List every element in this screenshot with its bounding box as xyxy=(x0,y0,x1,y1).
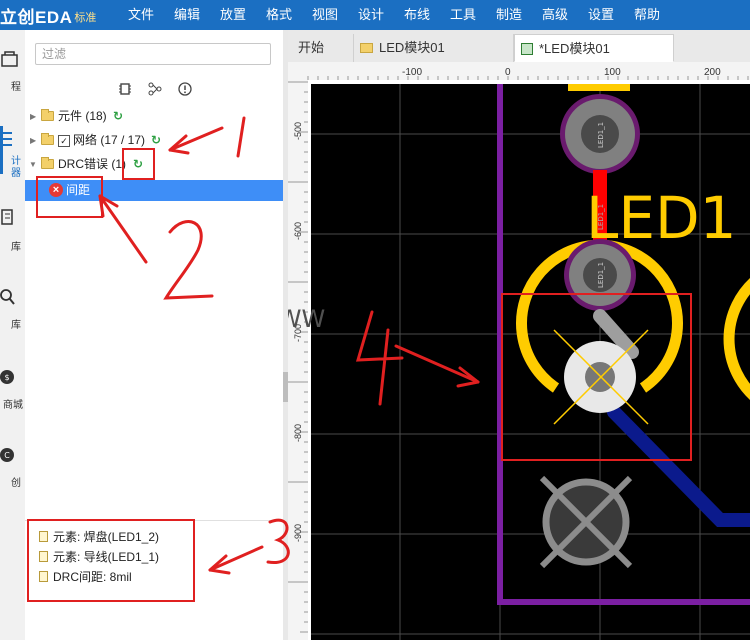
design-manager-panel: ▶ 元件 (18) ↻ ▶ ✓ 网络 (17 / 17) ↻ ▼ DRC错误 (… xyxy=(25,30,284,640)
menu-tools[interactable]: 工具 xyxy=(450,0,476,30)
rail-item-community[interactable]: C 创 xyxy=(0,444,25,492)
menu-bar: 立创EDA 标准 文件 编辑 放置 格式 视图 设计 布线 工具 制造 高级 设… xyxy=(0,0,750,30)
svg-text:C: C xyxy=(4,451,10,460)
nets-checkbox[interactable]: ✓ xyxy=(58,135,70,147)
menu-view[interactable]: 视图 xyxy=(312,0,338,30)
rail-item-project[interactable]: 程 xyxy=(0,48,25,96)
filter-input[interactable] xyxy=(35,43,271,65)
pad-label: LED1_1 xyxy=(597,262,605,288)
annotation-box-3 xyxy=(27,519,195,602)
annotation-box-1 xyxy=(122,148,155,180)
tab-label-project: LED模块01 xyxy=(379,40,445,55)
left-ruler xyxy=(288,62,308,640)
rail-label-community: 创 xyxy=(11,478,21,489)
top-ruler xyxy=(288,62,750,80)
collapse-caret-icon[interactable]: ▼ xyxy=(29,154,37,175)
design-manager-icon xyxy=(2,132,12,146)
tab-pcb[interactable]: *LED模块01 xyxy=(514,34,674,62)
x-tick-label: -100 xyxy=(402,67,422,78)
app-logo: 立创EDA 标准 xyxy=(0,3,96,27)
watermark: WWW xyxy=(288,305,325,333)
tab-start[interactable]: 开始 xyxy=(288,34,354,62)
logo-text: 立创EDA xyxy=(0,7,73,27)
menu-edit[interactable]: 编辑 xyxy=(174,0,200,30)
menu-fabrication[interactable]: 制造 xyxy=(496,0,522,30)
menu-help[interactable]: 帮助 xyxy=(634,0,660,30)
pcb-icon xyxy=(521,43,533,55)
folder-icon xyxy=(360,43,373,53)
rail-label-search-library: 库 xyxy=(11,320,21,331)
menu-format[interactable]: 格式 xyxy=(266,0,292,30)
menu-advanced[interactable]: 高级 xyxy=(542,0,568,30)
expand-caret-icon[interactable]: ▶ xyxy=(30,106,36,127)
tab-label-pcb: *LED模块01 xyxy=(539,41,610,56)
svg-text:$: $ xyxy=(4,373,9,382)
expand-caret-icon[interactable]: ▶ xyxy=(30,130,36,151)
rail-label-project: 程 xyxy=(11,82,21,93)
annotation-box-2 xyxy=(36,176,103,218)
menu-file[interactable]: 文件 xyxy=(128,0,154,30)
silkscreen-line xyxy=(568,84,630,91)
document-tabs: 开始 LED模块01 *LED模块01 xyxy=(288,30,750,63)
shop-icon: $ xyxy=(0,370,14,384)
rail-label-library: 库 xyxy=(11,242,21,253)
menu-place[interactable]: 放置 xyxy=(220,0,246,30)
rail-item-library[interactable]: 库 xyxy=(0,206,25,254)
y-tick-label: -800 xyxy=(293,424,303,442)
menu-route[interactable]: 布线 xyxy=(404,0,430,30)
x-tick-label: 200 xyxy=(704,67,721,78)
edition-label: 标准 xyxy=(74,12,97,24)
left-nav-rail: 程 计器 库 库 $ 商城 C 创 xyxy=(0,30,26,640)
folder-icon xyxy=(41,109,54,121)
y-tick-label: -500 xyxy=(293,122,303,140)
tab-project[interactable]: LED模块01 xyxy=(354,34,514,62)
folder-icon xyxy=(41,133,54,145)
refresh-icon[interactable]: ↻ xyxy=(113,106,123,127)
rail-item-design-manager[interactable]: 计器 xyxy=(0,126,25,186)
folder-icon xyxy=(41,157,54,169)
project-icon xyxy=(1,51,18,67)
x-tick-label: 0 xyxy=(505,67,511,78)
community-icon: C xyxy=(0,448,14,462)
info-icon[interactable] xyxy=(177,82,193,100)
y-tick-label: -600 xyxy=(293,222,303,240)
menu-design[interactable]: 设计 xyxy=(358,0,384,30)
tree-node-components[interactable]: ▶ 元件 (18) ↻ xyxy=(25,106,283,127)
chip-icon[interactable] xyxy=(117,82,133,100)
rail-label-shop: 商城 xyxy=(3,400,23,411)
search-library-icon xyxy=(0,289,15,305)
library-icon xyxy=(1,209,13,225)
menu-settings[interactable]: 设置 xyxy=(588,0,614,30)
x-tick-label: 100 xyxy=(604,67,621,78)
tree-label-components: 元件 (18) xyxy=(58,109,107,123)
y-tick-label: -900 xyxy=(293,524,303,542)
tab-label-start: 开始 xyxy=(298,40,325,55)
rail-item-search-library[interactable]: 库 xyxy=(0,286,25,334)
pad-label: LED1_1 xyxy=(597,122,605,148)
rail-label-design-manager: 计器 xyxy=(11,156,21,179)
network-icon[interactable] xyxy=(147,82,163,100)
pcb-workspace[interactable]: -100 0 100 200 -500 -600 -700 -800 -900 … xyxy=(288,62,750,640)
tree-label-drc: DRC错误 (1) xyxy=(58,157,126,171)
rail-item-shop[interactable]: $ 商城 xyxy=(0,366,25,414)
panel-toolbar xyxy=(117,82,193,100)
